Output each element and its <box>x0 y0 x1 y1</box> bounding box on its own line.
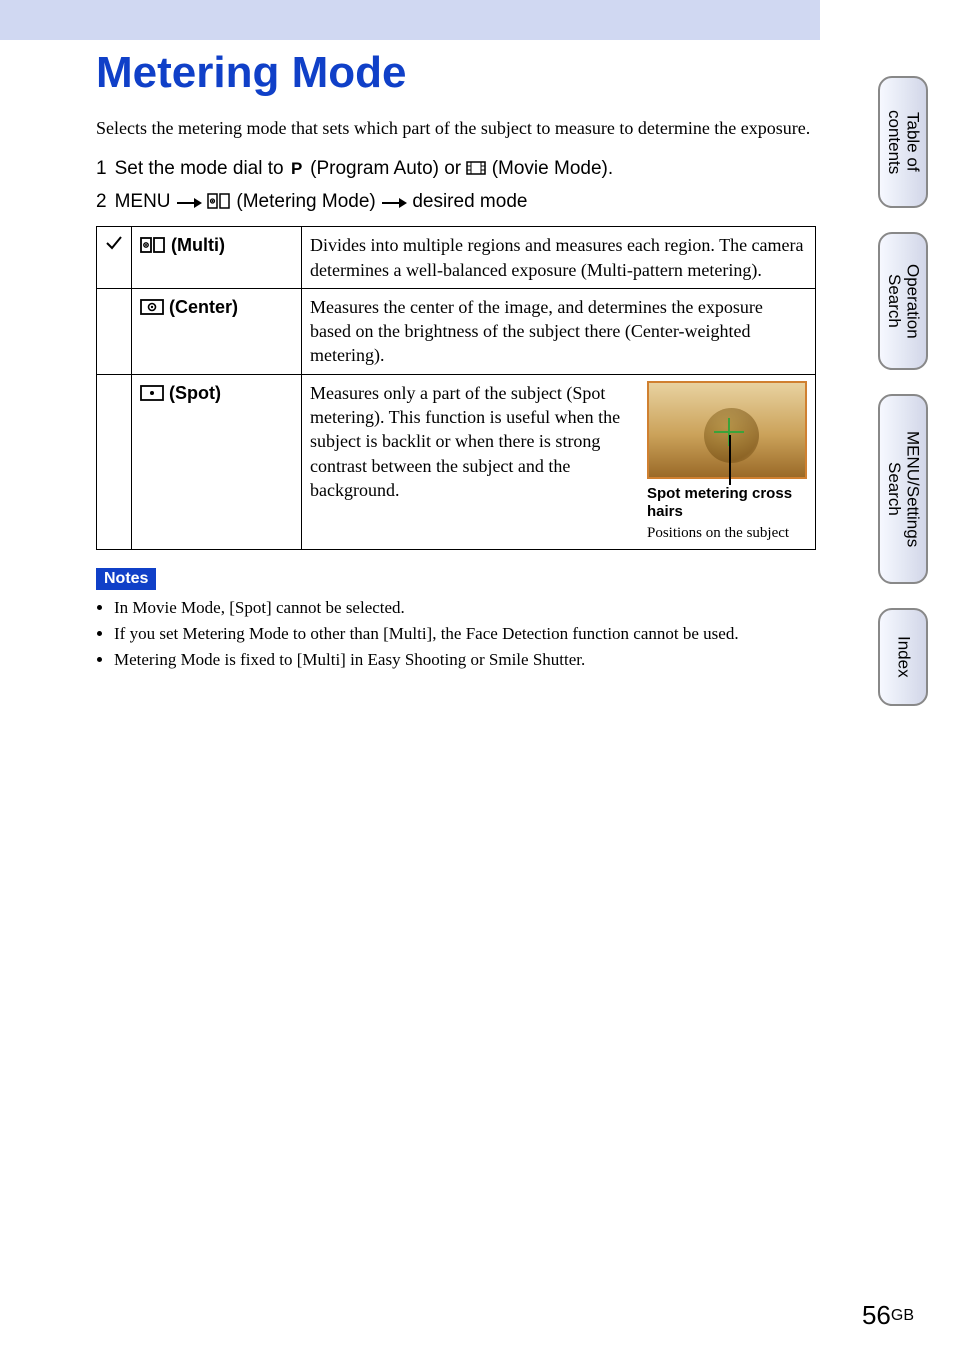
spot-label-cell: (Spot) <box>132 374 302 549</box>
tab-label: Operation Search <box>884 234 921 368</box>
spot-caption-sub: Positions on the subject <box>647 523 807 543</box>
table-row: (Spot) Measures only a part of the subje… <box>97 374 816 549</box>
step-1-text: Set the mode dial to P (Program Auto) or… <box>115 158 614 183</box>
step-1-part-b: (Program Auto) or <box>305 158 467 179</box>
tab-table-of-contents[interactable]: Table of contents <box>878 76 928 208</box>
tab-menu-settings-search[interactable]: MENU/Settings Search <box>878 394 928 584</box>
notes-heading: Notes <box>96 568 156 590</box>
center-description: Measures the center of the image, and de… <box>302 288 816 374</box>
metering-multi-icon <box>207 192 231 216</box>
step-2-part-c: desired mode <box>407 191 527 212</box>
page-title: Metering Mode <box>96 48 816 98</box>
step-2-number: 2 <box>96 191 107 216</box>
spot-caption-title: Spot metering cross hairs <box>647 485 807 521</box>
spot-label: (Spot) <box>164 383 221 403</box>
spot-crosshair-image <box>647 381 807 479</box>
multi-label: (Multi) <box>166 235 225 255</box>
multi-label-cell: (Multi) <box>132 227 302 289</box>
step-2-part-a: MENU <box>115 191 176 212</box>
page-number-value: 56 <box>862 1300 891 1330</box>
notes-list: In Movie Mode, [Spot] cannot be selected… <box>96 596 816 671</box>
tab-operation-search[interactable]: Operation Search <box>878 232 928 370</box>
metering-multi-icon <box>140 236 166 260</box>
tab-label: Table of contents <box>884 78 921 206</box>
table-row: (Multi) Divides into multiple regions an… <box>97 227 816 289</box>
arrow-right-icon <box>381 194 407 216</box>
step-1-number: 1 <box>96 158 107 183</box>
default-check-icon <box>97 227 132 289</box>
header-band <box>0 0 820 40</box>
step-1-part-c: (Movie Mode). <box>486 158 613 179</box>
list-item: If you set Metering Mode to other than [… <box>114 622 816 646</box>
arrow-right-icon <box>176 194 202 216</box>
tab-label: Index <box>894 622 913 692</box>
intro-paragraph: Selects the metering mode that sets whic… <box>96 116 816 140</box>
metering-table: (Multi) Divides into multiple regions an… <box>96 226 816 550</box>
tab-index[interactable]: Index <box>878 608 928 706</box>
center-label: (Center) <box>164 297 238 317</box>
step-1-part-a: Set the mode dial to <box>115 158 289 179</box>
list-item: Metering Mode is fixed to [Multi] in Eas… <box>114 648 816 672</box>
metering-spot-icon <box>140 384 164 408</box>
side-tabs: Table of contents Operation Search MENU/… <box>878 76 928 730</box>
list-item: In Movie Mode, [Spot] cannot be selected… <box>114 596 816 620</box>
main-content: Metering Mode Selects the metering mode … <box>96 48 816 673</box>
empty-check <box>97 288 132 374</box>
page-number: 56GB <box>862 1300 914 1331</box>
spot-description-cell: Measures only a part of the subject (Spo… <box>302 374 816 549</box>
empty-check <box>97 374 132 549</box>
spot-description: Measures only a part of the subject (Spo… <box>310 381 633 543</box>
table-row: (Center) Measures the center of the imag… <box>97 288 816 374</box>
program-auto-icon: P <box>289 159 305 183</box>
center-label-cell: (Center) <box>132 288 302 374</box>
step-1: 1 Set the mode dial to P (Program Auto) … <box>96 158 816 183</box>
step-2-part-b: (Metering Mode) <box>231 191 381 212</box>
page-number-suffix: GB <box>891 1307 914 1324</box>
spot-figure: Spot metering cross hairs Positions on t… <box>647 381 807 543</box>
step-2: 2 MENU (Metering Mode) desired mode <box>96 191 816 216</box>
metering-center-icon <box>140 298 164 322</box>
movie-mode-icon <box>466 159 486 183</box>
multi-description: Divides into multiple regions and measur… <box>302 227 816 289</box>
tab-label: MENU/Settings Search <box>884 396 921 582</box>
svg-text:P: P <box>291 159 302 177</box>
step-2-text: MENU (Metering Mode) desired mode <box>115 191 528 216</box>
